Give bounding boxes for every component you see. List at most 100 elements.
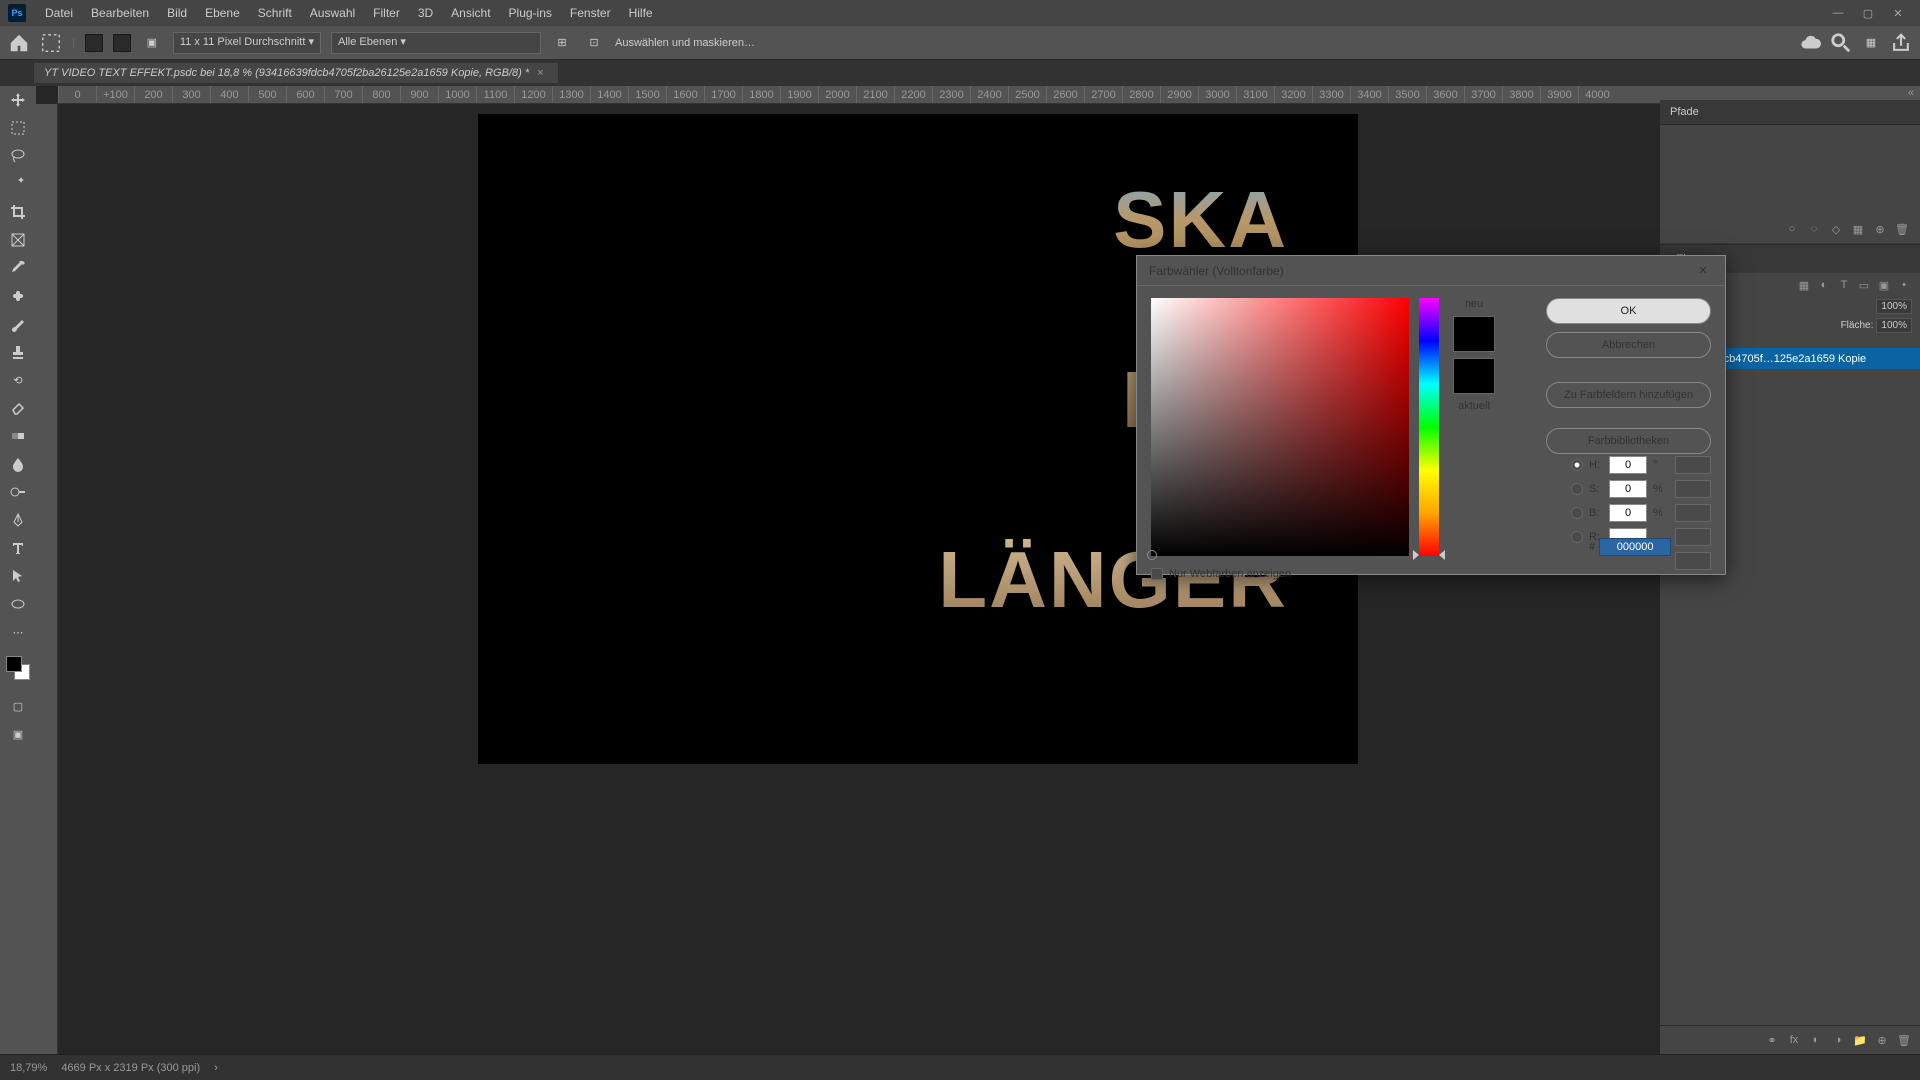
screenmode-tool[interactable]: ▣ xyxy=(4,722,32,746)
color-libraries-button[interactable]: Farbbibliotheken xyxy=(1546,428,1711,454)
cancel-button[interactable]: Abbrechen xyxy=(1546,332,1711,358)
marquee-tool[interactable] xyxy=(4,116,32,140)
dialog-titlebar[interactable]: Farbwähler (Volltonfarbe) ✕ xyxy=(1137,256,1725,286)
field-e[interactable] xyxy=(1675,552,1711,570)
workspace-icon[interactable]: ▦ xyxy=(1860,32,1882,54)
sample-size-dropdown[interactable]: 11 x 11 Pixel Durchschnitt ▾ xyxy=(173,32,321,54)
options-icon-a[interactable]: ⊞ xyxy=(551,32,573,54)
menu-fenster[interactable]: Fenster xyxy=(561,6,620,20)
menu-ebene[interactable]: Ebene xyxy=(196,6,249,20)
menu-3d[interactable]: 3D xyxy=(409,6,442,20)
pen-tool[interactable] xyxy=(4,508,32,532)
delete-icon[interactable]: 🗑 xyxy=(1896,1032,1912,1048)
ok-button[interactable]: OK xyxy=(1546,298,1711,324)
filter-type-icon[interactable]: T xyxy=(1836,277,1852,293)
saturation-input[interactable] xyxy=(1609,480,1647,498)
lasso-tool[interactable] xyxy=(4,144,32,168)
filter-shape-icon[interactable]: ▭ xyxy=(1856,277,1872,293)
circle-icon[interactable]: ○ xyxy=(1784,221,1800,237)
gradient-tool[interactable] xyxy=(4,424,32,448)
dialog-close-icon[interactable]: ✕ xyxy=(1693,261,1713,281)
add-selection-icon[interactable] xyxy=(113,34,131,52)
hue-slider-handle[interactable] xyxy=(1413,550,1445,560)
brightness-radio[interactable] xyxy=(1571,507,1583,519)
hex-input[interactable] xyxy=(1599,538,1671,556)
field-a[interactable] xyxy=(1675,456,1711,474)
fill-value[interactable]: 100% xyxy=(1876,318,1912,333)
wand-tool[interactable] xyxy=(4,172,32,196)
menu-auswahl[interactable]: Auswahl xyxy=(301,6,364,20)
window-close[interactable]: ✕ xyxy=(1884,3,1912,23)
path-select-tool[interactable] xyxy=(4,564,32,588)
menu-schrift[interactable]: Schrift xyxy=(249,6,301,20)
sv-marker[interactable] xyxy=(1147,550,1157,560)
share-icon[interactable] xyxy=(1890,32,1912,54)
quickmask-tool[interactable]: ▢ xyxy=(4,694,32,718)
filter-smart-icon[interactable]: ▣ xyxy=(1876,277,1892,293)
hue-input[interactable] xyxy=(1609,456,1647,474)
new-selection-icon[interactable] xyxy=(85,34,103,52)
red-radio[interactable] xyxy=(1571,531,1583,543)
mask-icon[interactable]: ◐ xyxy=(1808,1032,1824,1048)
zoom-level[interactable]: 18,79% xyxy=(10,1062,47,1074)
move-tool[interactable] xyxy=(4,88,32,112)
menu-plugins[interactable]: Plug-ins xyxy=(500,6,561,20)
menu-filter[interactable]: Filter xyxy=(364,6,409,20)
field-c[interactable] xyxy=(1675,504,1711,522)
heal-tool[interactable] xyxy=(4,284,32,308)
frame-tool[interactable] xyxy=(4,228,32,252)
new-path-icon[interactable]: ⊕ xyxy=(1872,221,1888,237)
brightness-input[interactable] xyxy=(1609,504,1647,522)
path-icon[interactable]: ◌ xyxy=(1806,221,1822,237)
link-icon[interactable]: ⚭ xyxy=(1764,1032,1780,1048)
canvas-viewport[interactable]: SKA LEB LÄNGER xyxy=(58,104,1660,1054)
stamp-tool[interactable] xyxy=(4,340,32,364)
saturation-value-field[interactable] xyxy=(1151,298,1409,556)
home-icon[interactable] xyxy=(8,32,30,54)
mask-from-path-icon[interactable]: ▦ xyxy=(1850,221,1866,237)
hue-radio[interactable] xyxy=(1571,459,1583,471)
color-swatches[interactable] xyxy=(6,656,30,680)
trash-icon[interactable]: 🗑 xyxy=(1894,221,1910,237)
fx-icon[interactable]: fx xyxy=(1786,1032,1802,1048)
eyedropper-tool[interactable] xyxy=(4,256,32,280)
shape-tool[interactable] xyxy=(4,592,32,616)
status-arrow-icon[interactable]: › xyxy=(214,1062,218,1074)
dodge-tool[interactable] xyxy=(4,480,32,504)
document-tab-close-icon[interactable]: × xyxy=(537,67,543,79)
sample-layers-dropdown[interactable]: Alle Ebenen ▾ xyxy=(331,32,541,54)
filter-adj-icon[interactable]: ◐ xyxy=(1816,277,1832,293)
menu-datei[interactable]: Datei xyxy=(36,6,82,20)
opacity-value[interactable]: 100% xyxy=(1876,299,1912,314)
document-tab[interactable]: YT VIDEO TEXT EFFEKT.psdc bei 18,8 % (93… xyxy=(34,63,558,83)
window-maximize[interactable]: ▢ xyxy=(1854,3,1882,23)
add-to-swatches-button[interactable]: Zu Farbfeldern hinzufügen xyxy=(1546,382,1711,408)
panel-collapse-bar[interactable]: « xyxy=(1660,86,1920,100)
new-layer-icon[interactable]: ⊕ xyxy=(1874,1032,1890,1048)
marquee-icon[interactable] xyxy=(40,32,62,54)
blur-tool[interactable] xyxy=(4,452,32,476)
history-brush-tool[interactable]: ⟲ xyxy=(4,368,32,392)
field-d[interactable] xyxy=(1675,528,1711,546)
filter-pixel-icon[interactable]: ▦ xyxy=(1796,277,1812,293)
paths-panel-tab[interactable]: Pfade xyxy=(1660,100,1920,125)
cloud-icon[interactable] xyxy=(1800,32,1822,54)
subtract-selection-icon[interactable]: ▣ xyxy=(141,32,163,54)
current-color-swatch[interactable] xyxy=(1453,358,1495,394)
folder-icon[interactable]: 📁 xyxy=(1852,1032,1868,1048)
select-and-mask-button[interactable]: Auswählen und maskieren… xyxy=(615,37,755,49)
saturation-radio[interactable] xyxy=(1571,483,1583,495)
hue-slider[interactable] xyxy=(1419,298,1439,556)
web-only-checkbox[interactable] xyxy=(1151,568,1163,580)
menu-bild[interactable]: Bild xyxy=(158,6,196,20)
diamond-icon[interactable]: ◇ xyxy=(1828,221,1844,237)
menu-bearbeiten[interactable]: Bearbeiten xyxy=(82,6,158,20)
crop-tool[interactable] xyxy=(4,200,32,224)
filter-toggle-icon[interactable]: • xyxy=(1896,277,1912,293)
window-minimize[interactable]: — xyxy=(1824,3,1852,23)
menu-ansicht[interactable]: Ansicht xyxy=(442,6,499,20)
eraser-tool[interactable] xyxy=(4,396,32,420)
search-icon[interactable] xyxy=(1830,32,1852,54)
hand-tool[interactable]: ⋯ xyxy=(4,620,32,644)
field-b[interactable] xyxy=(1675,480,1711,498)
